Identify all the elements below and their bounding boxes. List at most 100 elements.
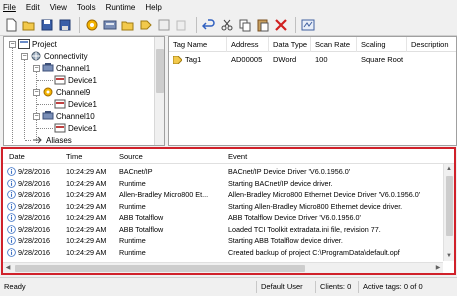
tree-item-channel1[interactable]: Channel1: [42, 62, 90, 74]
column-header-scan-rate[interactable]: Scan Rate: [311, 37, 357, 52]
menu-view[interactable]: View: [50, 3, 67, 12]
tree-label: Project: [32, 39, 57, 49]
tree-item-device1[interactable]: Device1: [54, 98, 97, 110]
tree-item-channel9[interactable]: Channel9: [42, 86, 90, 98]
cell-date: 9/28/2016: [18, 247, 50, 257]
event-row[interactable]: 9/28/2016 10:24:29 AM ABB Totalflow ABB Tot…: [3, 212, 443, 223]
cut-icon[interactable]: [219, 17, 235, 33]
toolbar: [0, 14, 457, 36]
save-as-icon[interactable]: [57, 17, 73, 33]
quick-client-icon[interactable]: [300, 17, 316, 33]
tag-properties-icon[interactable]: [156, 17, 172, 33]
event-row[interactable]: 9/28/2016 10:24:29 AM ABB Totalflow Loaded …: [3, 224, 443, 235]
column-header-time[interactable]: Time: [60, 149, 82, 164]
column-header-address[interactable]: Address: [227, 37, 269, 52]
column-header-source[interactable]: Source: [113, 149, 143, 164]
status-ready: Ready: [4, 282, 26, 291]
collapse-channel9-toggle[interactable]: −: [33, 89, 40, 96]
cell-source: ABB Totalflow: [119, 224, 164, 234]
scroll-up-arrow-icon[interactable]: ▲: [444, 164, 454, 174]
cell-source: BACnet/IP: [119, 167, 153, 176]
column-header-data-type[interactable]: Data Type: [269, 37, 311, 52]
column-header-description[interactable]: Description: [407, 37, 456, 52]
cell-event: Allen-Bradley Micro800 Ethernet Device D…: [228, 190, 421, 199]
cell-source: Runtime: [119, 201, 146, 211]
cell-date: 9/28/2016: [18, 224, 50, 234]
copy-disabled-icon: [174, 17, 190, 33]
cell-event: BACnet/IP Device Driver 'V6.0.1956.0': [228, 167, 351, 176]
tree-vertical-scrollbar[interactable]: [154, 37, 164, 145]
info-icon: [7, 190, 16, 199]
tree-item-connectivity[interactable]: Connectivity: [30, 50, 88, 62]
cell-time: 10:24:29 AM: [66, 201, 107, 211]
collapse-project-toggle[interactable]: −: [9, 41, 16, 48]
column-header-date[interactable]: Date: [3, 149, 25, 164]
cell-date: 9/28/2016: [18, 167, 50, 176]
scroll-thumb[interactable]: [15, 265, 305, 272]
project-icon: [18, 39, 30, 49]
menu-edit[interactable]: Edit: [26, 3, 40, 12]
open-icon[interactable]: [21, 17, 37, 33]
event-row[interactable]: 9/28/2016 10:24:29 AM Allen-Bradley Micro8…: [3, 189, 443, 200]
scroll-down-arrow-icon[interactable]: ▼: [444, 251, 454, 261]
event-row[interactable]: 9/28/2016 10:24:29 AM Runtime Created backu…: [3, 247, 443, 258]
tree-item-device1[interactable]: Device1: [54, 122, 97, 134]
table-row[interactable]: Tag1 AD00005 DWord 100 Square Root: [169, 54, 456, 66]
toolbar-separator: [295, 16, 296, 33]
info-icon: [7, 224, 16, 234]
status-bar: Ready Default User Clients: 0 Active tag…: [0, 277, 457, 296]
toolbar-separator: [79, 16, 80, 33]
scroll-thumb[interactable]: [156, 49, 164, 93]
cell-description: [407, 54, 411, 66]
scroll-left-arrow-icon[interactable]: ◀: [3, 263, 13, 273]
status-clients: Clients: 0: [320, 282, 352, 291]
collapse-connectivity-toggle[interactable]: −: [21, 53, 28, 60]
column-header-tag-name[interactable]: Tag Name: [169, 37, 227, 52]
copy-icon[interactable]: [237, 17, 253, 33]
new-tag-group-icon[interactable]: [120, 17, 136, 33]
event-row[interactable]: 9/28/2016 10:24:29 AM Runtime Starting ABB …: [3, 235, 443, 246]
event-log-horizontal-scrollbar[interactable]: ◀ ▶: [3, 262, 443, 273]
save-icon[interactable]: [39, 17, 55, 33]
menu-file[interactable]: File: [3, 3, 16, 12]
column-header-scaling[interactable]: Scaling: [357, 37, 407, 52]
cell-event: Starting BACnet/IP device driver.: [228, 178, 333, 188]
paste-icon[interactable]: [255, 17, 271, 33]
scroll-thumb[interactable]: [446, 176, 453, 236]
tag-table: Tag Name Address Data Type Scan Rate Sca…: [168, 36, 457, 146]
column-header-event[interactable]: Event: [222, 149, 247, 164]
new-tag-icon[interactable]: [138, 17, 154, 33]
delete-icon[interactable]: [273, 17, 289, 33]
cell-event: Starting Allen-Bradley Micro800 Ethernet…: [228, 201, 403, 211]
cell-event: Created backup of project C:\ProgramData…: [228, 247, 400, 257]
cell-tag-name: Tag1: [185, 55, 202, 64]
cell-source: Runtime: [119, 178, 146, 188]
cell-time: 10:24:29 AM: [66, 247, 107, 257]
event-row[interactable]: 9/28/2016 10:24:29 AM Runtime Starting Alle…: [3, 201, 443, 212]
cell-time: 10:24:29 AM: [66, 190, 107, 199]
new-device-icon[interactable]: [102, 17, 118, 33]
new-project-icon[interactable]: [3, 17, 19, 33]
cell-data-type: DWord: [273, 55, 297, 64]
tree-item-channel10[interactable]: Channel10: [42, 110, 95, 122]
menu-help[interactable]: Help: [145, 3, 161, 12]
device-icon: [54, 99, 66, 109]
menu-tools[interactable]: Tools: [77, 3, 96, 12]
collapse-channel1-toggle[interactable]: −: [33, 65, 40, 72]
tree-label: Channel10: [56, 111, 95, 121]
info-icon: [7, 213, 16, 222]
new-channel-icon[interactable]: [84, 17, 100, 33]
tree-item-project[interactable]: Project: [18, 38, 57, 50]
scroll-right-arrow-icon[interactable]: ▶: [433, 263, 443, 273]
menu-runtime[interactable]: Runtime: [106, 3, 136, 12]
cell-event: Loaded TCI Toolkit extradata.ini file, r…: [228, 224, 381, 234]
tree-item-device1[interactable]: Device1: [54, 74, 97, 86]
collapse-channel10-toggle[interactable]: −: [33, 113, 40, 120]
tree-item-aliases[interactable]: Aliases: [32, 134, 72, 145]
info-icon: [7, 247, 16, 257]
event-row[interactable]: 9/28/2016 10:24:29 AM BACnet/IP BACnet/IP D…: [3, 166, 443, 177]
undo-icon[interactable]: [201, 17, 217, 33]
event-row[interactable]: 9/28/2016 10:24:29 AM Runtime Starting BACn…: [3, 178, 443, 189]
event-log-vertical-scrollbar[interactable]: ▲ ▼: [443, 164, 454, 261]
tree-label: Aliases: [46, 135, 72, 145]
